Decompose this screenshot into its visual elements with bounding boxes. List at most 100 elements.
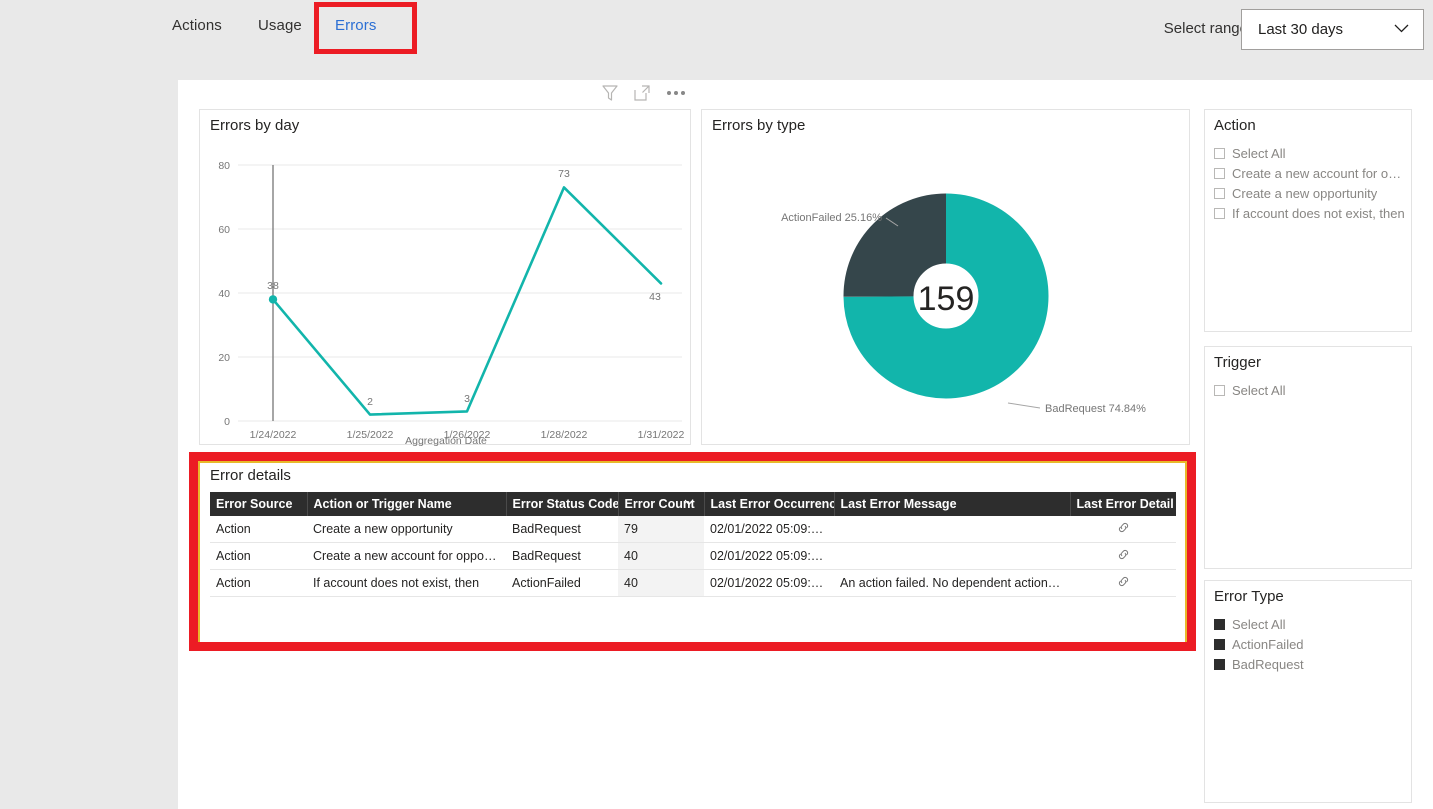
checkbox-icon[interactable] [1214,385,1225,396]
filter-panel-action: Action Select All Create a new account f… [1204,109,1412,332]
col-error-count[interactable]: Error Count [618,492,704,516]
filter-item-label: BadRequest [1232,657,1304,672]
col-error-source[interactable]: Error Source [210,492,307,516]
link-chain-icon [1117,521,1130,534]
cell-error-source: Action [210,570,307,597]
cell-error-source: Action [210,516,307,543]
filter-error-type-list: Select All ActionFailed BadRequest [1214,614,1405,674]
col-action-or-trigger-name[interactable]: Action or Trigger Name [307,492,506,516]
top-tab-bar: Actions Usage Errors Select range Last 3… [0,0,1433,57]
errors-by-type-chart: 159 ActionFailed 25.16% BadRequest 74.84… [702,136,1191,444]
checkbox-icon[interactable] [1214,619,1225,630]
filter-trigger-list: Select All [1214,380,1405,400]
filter-item-label: ActionFailed [1232,637,1304,652]
cell-last-detail[interactable] [1070,516,1176,543]
checkbox-icon[interactable] [1214,188,1225,199]
cell-status-code: BadRequest [506,516,618,543]
filter-error-type-item-badrequest[interactable]: BadRequest [1214,654,1405,674]
donut-label-actionfailed: ActionFailed 25.16% [781,212,882,224]
data-label-0: 38 [267,280,279,292]
cell-error-source: Action [210,543,307,570]
filter-panel-error-type: Error Type Select All ActionFailed BadRe… [1204,580,1412,803]
col-last-error-detail[interactable]: Last Error Detail [1070,492,1176,516]
cell-last-occurrence: 02/01/2022 05:09:46 AM [704,543,834,570]
x-axis-title: Aggregation Date [200,435,692,447]
cell-last-occurrence: 02/01/2022 05:09:49 AM [704,516,834,543]
col-last-error-occurrence[interactable]: Last Error Occurrence [704,492,834,516]
col-error-count-label: Error Count [625,497,695,511]
checkbox-icon[interactable] [1214,659,1225,670]
table-row[interactable]: Action Create a new opportunity BadReque… [210,516,1176,543]
chevron-down-icon [1394,24,1409,33]
data-label-4: 43 [649,291,661,303]
filter-error-type-item-actionfailed[interactable]: ActionFailed [1214,634,1405,654]
filter-item-label: Select All [1232,146,1285,161]
tab-usage[interactable]: Usage [258,17,302,34]
errors-by-day-title: Errors by day [210,117,299,134]
cell-error-count: 40 [618,543,704,570]
data-label-2: 3 [464,393,470,405]
y-tick-40: 40 [218,288,230,300]
filter-error-type-item-select-all[interactable]: Select All [1214,614,1405,634]
error-details-table: Error Source Action or Trigger Name Erro… [210,492,1176,597]
filter-item-label: Select All [1232,617,1285,632]
cell-status-code: ActionFailed [506,570,618,597]
filter-item-label: Create a new account for op... [1232,166,1405,181]
link-chain-icon [1117,575,1130,588]
filter-action-item-select-all[interactable]: Select All [1214,143,1405,163]
filter-error-type-title: Error Type [1214,588,1284,605]
filter-action-item-3[interactable]: If account does not exist, then [1214,203,1405,223]
focus-mode-icon[interactable] [633,84,651,102]
cell-last-detail[interactable] [1070,570,1176,597]
table-row[interactable]: Action If account does not exist, then A… [210,570,1176,597]
tab-actions[interactable]: Actions [172,17,222,34]
donut-center-total: 159 [918,280,975,318]
cell-last-detail[interactable] [1070,543,1176,570]
filter-funnel-icon[interactable] [601,84,619,102]
cell-action-name: If account does not exist, then [307,570,506,597]
link-chain-icon [1117,548,1130,561]
col-error-status-code[interactable]: Error Status Code [506,492,618,516]
visual-toolbar [601,84,687,102]
cell-status-code: BadRequest [506,543,618,570]
filter-item-label: If account does not exist, then [1232,206,1405,221]
data-label-3: 73 [558,168,570,180]
filter-action-item-2[interactable]: Create a new opportunity [1214,183,1405,203]
table-row[interactable]: Action Create a new account for opportun… [210,543,1176,570]
checkbox-icon[interactable] [1214,168,1225,179]
filter-trigger-item-select-all[interactable]: Select All [1214,380,1405,400]
errors-by-type-panel: Errors by type 159 ActionFailed 25.16% B… [701,109,1190,445]
filter-item-label: Create a new opportunity [1232,186,1377,201]
cell-action-name: Create a new opportunity [307,516,506,543]
select-range-label: Select range [1164,20,1248,37]
line-series [273,187,661,414]
leader-line-badrequest [1008,403,1040,408]
range-dropdown-value: Last 30 days [1258,21,1343,38]
checkbox-icon[interactable] [1214,148,1225,159]
cell-last-message: An action failed. No dependent actions s… [834,570,1070,597]
checkbox-icon[interactable] [1214,639,1225,650]
checkbox-icon[interactable] [1214,208,1225,219]
cell-last-message [834,516,1070,543]
data-label-1: 2 [367,396,373,408]
tab-errors[interactable]: Errors [335,17,376,34]
col-last-error-message[interactable]: Last Error Message [834,492,1070,516]
cell-error-count: 40 [618,570,704,597]
errors-by-day-chart: 80 60 40 20 0 38 2 3 73 43 1/24/2022 [200,140,692,440]
error-details-title: Error details [210,467,291,484]
errors-by-type-title: Errors by type [712,117,805,134]
range-dropdown[interactable]: Last 30 days [1241,9,1424,50]
y-tick-0: 0 [224,416,230,428]
donut-label-badrequest: BadRequest 74.84% [1045,403,1146,415]
filter-action-item-1[interactable]: Create a new account for op... [1214,163,1405,183]
cell-action-name: Create a new account for opportunity [307,543,506,570]
report-canvas: Errors by day 80 60 40 20 0 [178,80,1433,809]
line-marker-first [269,295,277,303]
more-options-icon[interactable] [665,85,687,101]
cell-error-count: 79 [618,516,704,543]
y-tick-60: 60 [218,224,230,236]
cell-last-message [834,543,1070,570]
filter-action-title: Action [1214,117,1256,134]
filter-trigger-title: Trigger [1214,354,1261,371]
filter-panel-trigger: Trigger Select All [1204,346,1412,569]
